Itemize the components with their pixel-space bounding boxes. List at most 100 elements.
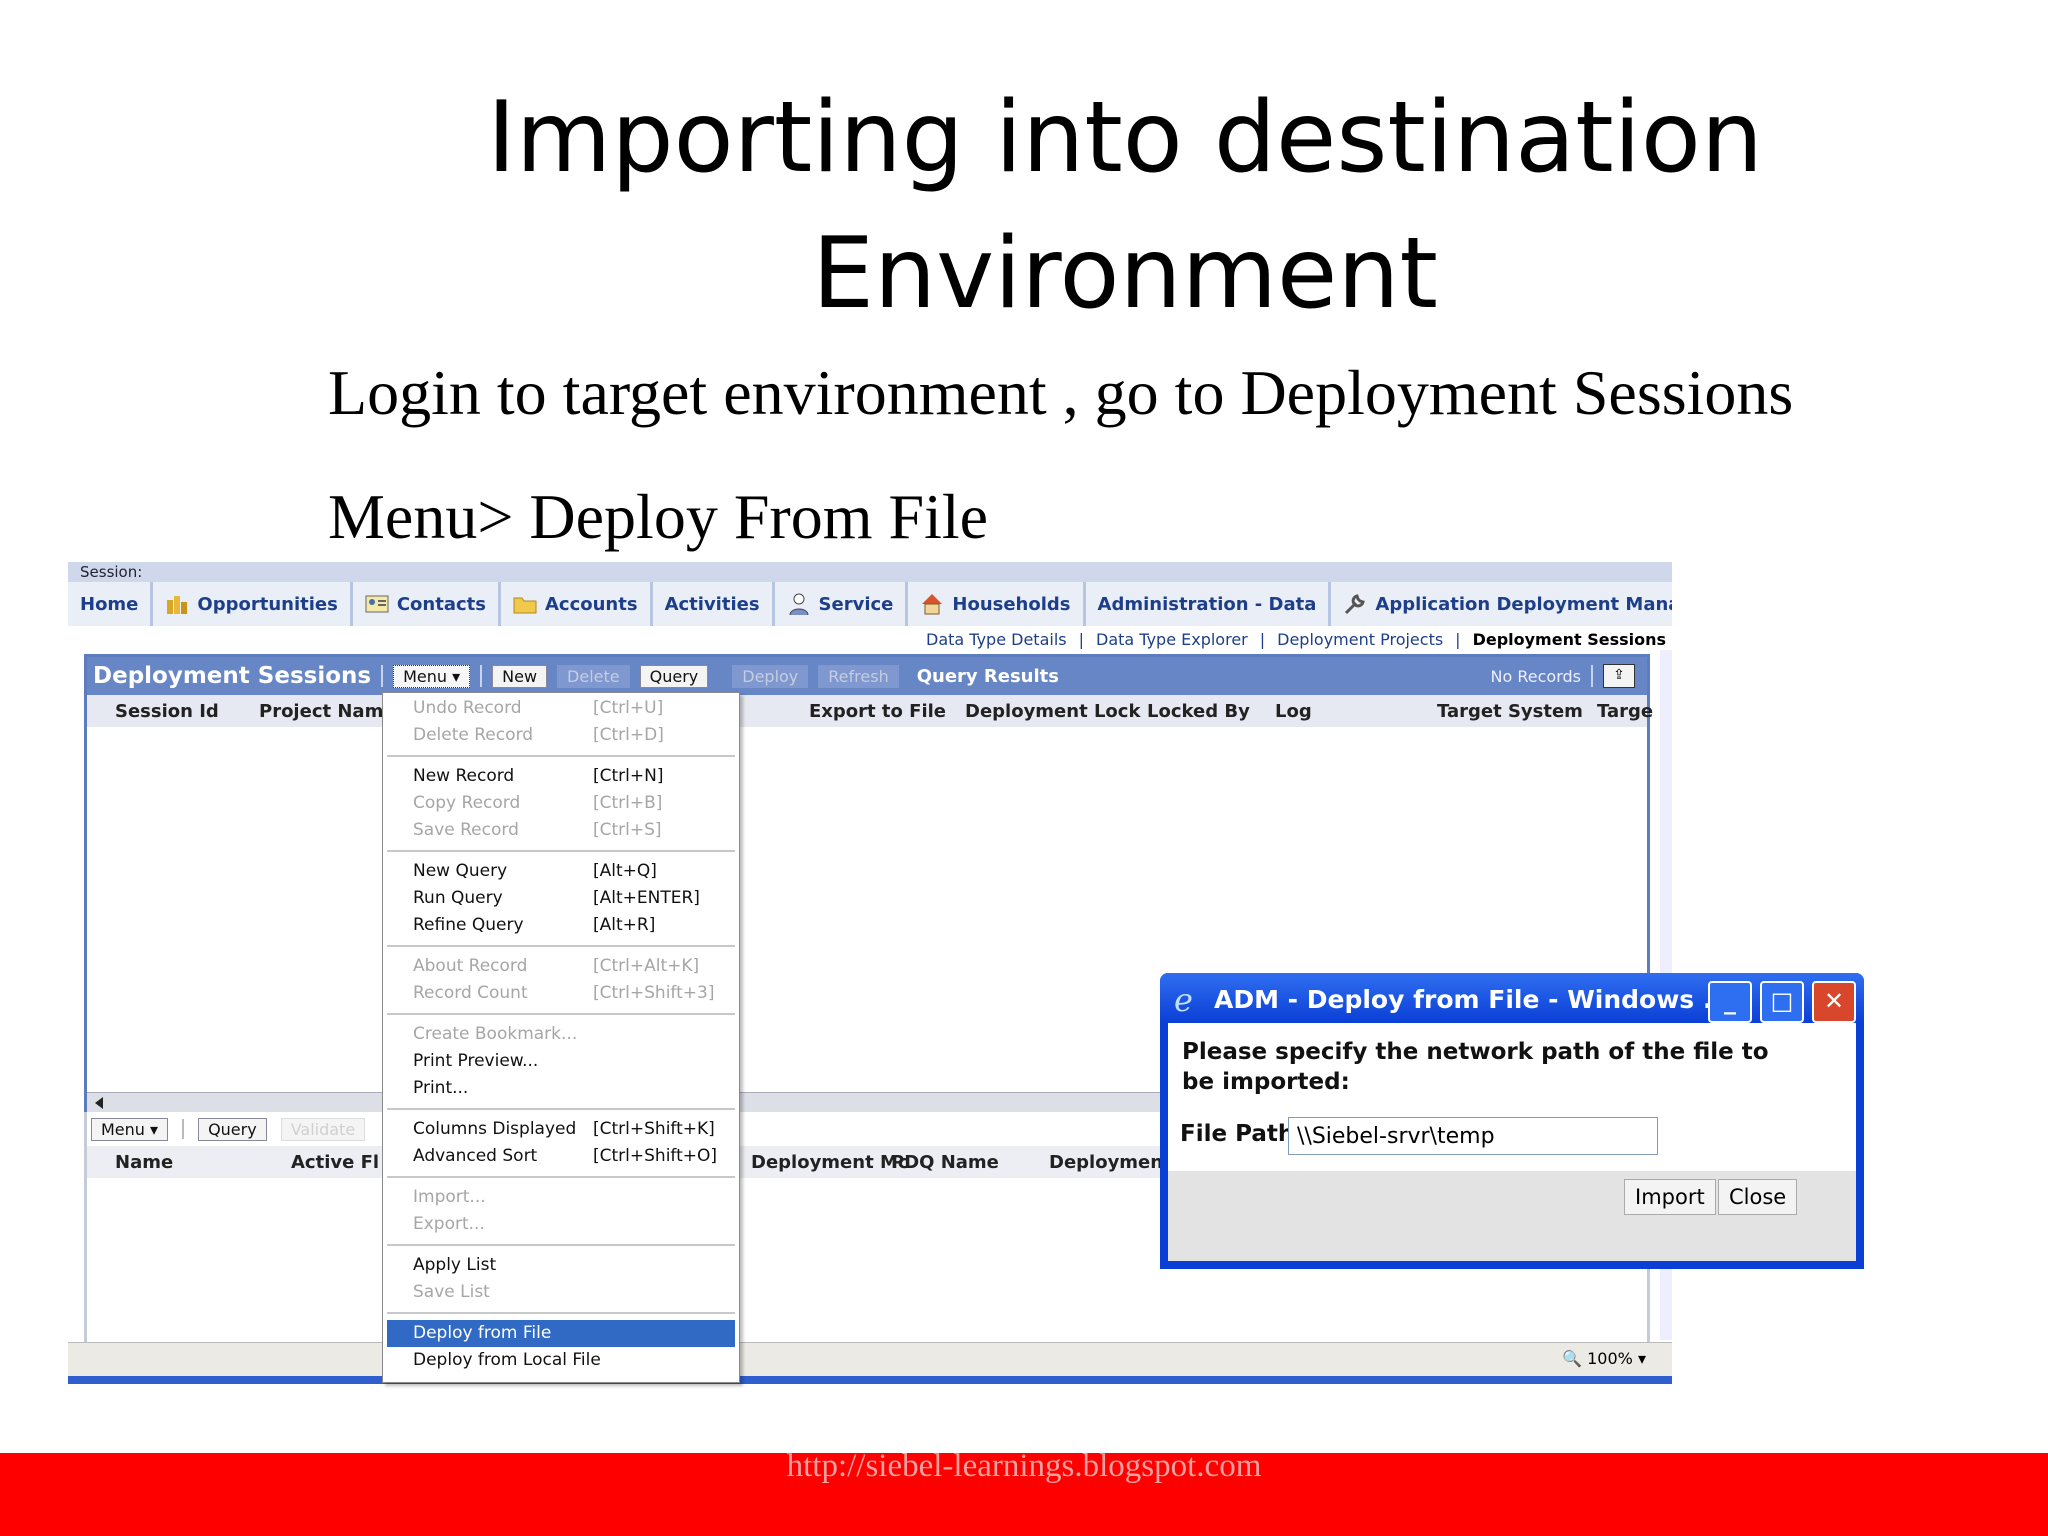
menu-item-undo-record[interactable]: Undo Record [Ctrl+U] xyxy=(387,695,735,722)
column-header[interactable]: Log xyxy=(1275,701,1312,722)
contact-card-icon xyxy=(365,595,389,613)
column-header[interactable]: Project Name xyxy=(259,701,396,722)
menu-item-save-record[interactable]: Save Record [Ctrl+S] xyxy=(387,817,735,844)
tab-contacts[interactable]: Contacts xyxy=(352,582,501,626)
person-icon xyxy=(789,593,809,616)
column-header[interactable]: Deployment xyxy=(1049,1152,1172,1173)
menu-item-shortcut: [Ctrl+Shift+K] xyxy=(593,1119,715,1139)
menu-item-shortcut: [Ctrl+Shift+O] xyxy=(593,1146,718,1166)
column-header[interactable]: Deployment Lock xyxy=(965,701,1140,722)
query-results-label: Query Results xyxy=(916,665,1059,687)
column-header[interactable]: Name xyxy=(115,1152,173,1173)
tab-label: Accounts xyxy=(544,593,638,615)
tab-administration-data[interactable]: Administration - Data xyxy=(1085,582,1332,626)
menu-item-deploy-from-file[interactable]: Deploy from File xyxy=(387,1320,735,1347)
applet-title: Deployment Sessions xyxy=(93,663,372,689)
tab-service[interactable]: Service xyxy=(774,582,909,626)
slide-line2: Menu> Deploy From File xyxy=(328,481,989,552)
menu-item-label: Record Count xyxy=(413,983,528,1003)
menu-item-new-record[interactable]: New Record [Ctrl+N] xyxy=(387,763,735,790)
menu-item-import[interactable]: Import... xyxy=(387,1184,735,1211)
menu-item-shortcut: [Ctrl+B] xyxy=(593,793,663,813)
menu-item-shortcut: [Ctrl+N] xyxy=(593,766,664,786)
menu-item-label: Deploy from File xyxy=(413,1323,552,1343)
slide-line1: Login to target environment , go to Depl… xyxy=(328,357,1794,428)
toggle-layout-icon[interactable]: ⇪ xyxy=(1603,664,1635,688)
slide-title: Importing into destination Environment xyxy=(0,70,2048,342)
menu-item-shortcut: [Ctrl+U] xyxy=(593,698,664,718)
dialog-titlebar[interactable]: e ADM - Deploy from File - Windows ... _… xyxy=(1160,973,1864,1023)
column-header[interactable]: Active Fl xyxy=(291,1152,379,1173)
menu-item-shortcut: [Alt+ENTER] xyxy=(593,888,700,908)
column-header[interactable]: Targe xyxy=(1597,701,1653,722)
refresh-button[interactable]: Refresh xyxy=(818,664,899,688)
column-header[interactable]: PDQ Name xyxy=(891,1152,999,1173)
menu-item-print-preview[interactable]: Print Preview... xyxy=(387,1048,735,1075)
menu-item-advanced-sort[interactable]: Advanced Sort [Ctrl+Shift+O] xyxy=(387,1143,735,1170)
tab-opportunities[interactable]: Opportunities xyxy=(153,582,353,626)
link-deployment-sessions[interactable]: Deployment Sessions xyxy=(1473,630,1666,649)
column-header[interactable]: Target System xyxy=(1437,701,1583,722)
menu-item-copy-record[interactable]: Copy Record [Ctrl+B] xyxy=(387,790,735,817)
link-data-type-details[interactable]: Data Type Details xyxy=(926,630,1067,649)
divider xyxy=(1591,665,1593,687)
close-window-button[interactable]: ✕ xyxy=(1812,981,1856,1023)
menu-item-label: Undo Record xyxy=(413,698,522,718)
menu-item-about-record[interactable]: About Record [Ctrl+Alt+K] xyxy=(387,953,735,980)
view-links: Data Type Details | Data Type Explorer | Dep… xyxy=(68,626,1672,654)
validate-button[interactable]: Validate xyxy=(280,1117,366,1141)
menu-item-apply-list[interactable]: Apply List xyxy=(387,1252,735,1279)
menu-item-refine-query[interactable]: Refine Query [Alt+R] xyxy=(387,912,735,939)
tab-application-deployment-manager[interactable]: Application Deployment Manager xyxy=(1331,582,1672,626)
applet-header: Deployment Sessions Menu ▾ New Delete Qu… xyxy=(87,657,1647,695)
menu-item-label: Refine Query xyxy=(413,915,524,935)
delete-button[interactable]: Delete xyxy=(557,664,630,688)
menu-item-record-count[interactable]: Record Count [Ctrl+Shift+3] xyxy=(387,980,735,1007)
tab-label: Opportunities xyxy=(197,593,338,615)
zoom-control[interactable]: 🔍 100% ▾ xyxy=(1562,1349,1646,1368)
column-header[interactable]: Deployment Mc xyxy=(751,1152,909,1173)
new-button[interactable]: New xyxy=(492,664,548,688)
query-button-2[interactable]: Query xyxy=(198,1117,267,1141)
menu-item-label: Deploy from Local File xyxy=(413,1350,601,1370)
menu-item-export[interactable]: Export... xyxy=(387,1211,735,1238)
tab-households[interactable]: Households xyxy=(908,582,1086,626)
import-button[interactable]: Import xyxy=(1624,1179,1716,1215)
minimize-button[interactable]: _ xyxy=(1708,981,1752,1023)
menu-separator xyxy=(387,945,735,947)
menu-button[interactable]: Menu ▾ xyxy=(393,664,471,688)
footer-url: http://siebel-learnings.blogspot.com xyxy=(786,1448,1262,1484)
maximize-button[interactable]: □ xyxy=(1760,981,1804,1023)
column-header[interactable]: Locked By xyxy=(1147,701,1250,722)
file-path-input[interactable] xyxy=(1288,1117,1658,1155)
menu-item-label: Import... xyxy=(413,1187,486,1207)
tab-activities[interactable]: Activities xyxy=(652,582,775,626)
column-header[interactable]: Session Id xyxy=(115,701,219,722)
menu-item-columns-displayed[interactable]: Columns Displayed [Ctrl+Shift+K] xyxy=(387,1116,735,1143)
link-data-type-explorer[interactable]: Data Type Explorer xyxy=(1096,630,1248,649)
menu-item-save-list[interactable]: Save List xyxy=(387,1279,735,1306)
menu-item-label: Apply List xyxy=(413,1255,497,1275)
close-button[interactable]: Close xyxy=(1718,1179,1798,1215)
deploy-button[interactable]: Deploy xyxy=(732,664,809,688)
menu-button-2[interactable]: Menu ▾ xyxy=(91,1117,169,1141)
link-deployment-projects[interactable]: Deployment Projects xyxy=(1277,630,1443,649)
menu-item-label: Columns Displayed xyxy=(413,1119,577,1139)
tab-accounts[interactable]: Accounts xyxy=(500,582,653,626)
menu-item-print[interactable]: Print... xyxy=(387,1075,735,1102)
menu-item-delete-record[interactable]: Delete Record [Ctrl+D] xyxy=(387,722,735,749)
tab-home[interactable]: Home xyxy=(68,582,154,626)
zoom-level: 100% xyxy=(1587,1349,1633,1368)
column-header[interactable]: Export to File xyxy=(809,701,946,722)
subnav-separator: | xyxy=(1078,630,1084,649)
menu-item-run-query[interactable]: Run Query [Alt+ENTER] xyxy=(387,885,735,912)
menu-separator xyxy=(387,1013,735,1015)
menu-item-deploy-from-local-file[interactable]: Deploy from Local File xyxy=(387,1347,735,1374)
menu-item-new-query[interactable]: New Query [Alt+Q] xyxy=(387,858,735,885)
menu-item-label: Advanced Sort xyxy=(413,1146,538,1166)
divider xyxy=(182,1119,185,1139)
query-button[interactable]: Query xyxy=(639,664,709,688)
tab-label: Home xyxy=(80,593,139,615)
menu-item-create-bookmark[interactable]: Create Bookmark... xyxy=(387,1021,735,1048)
dialog-message: Please specify the network path of the f… xyxy=(1182,1039,1769,1095)
